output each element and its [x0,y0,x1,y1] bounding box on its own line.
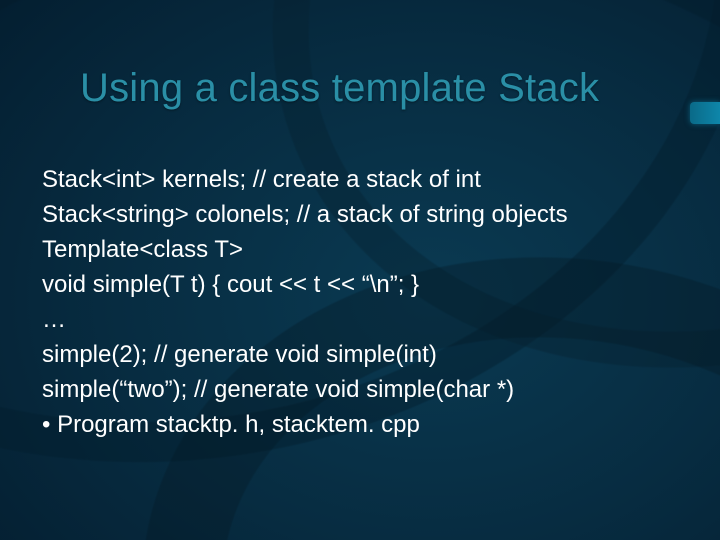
slide-title: Using a class template Stack [80,66,599,110]
code-line: simple(“two”); // generate void simple(c… [42,372,682,407]
slide-body: Stack<int> kernels; // create a stack of… [42,162,682,442]
code-line: void simple(T t) { cout << t << “\n”; } [42,267,682,302]
code-line: Stack<int> kernels; // create a stack of… [42,162,682,197]
code-line: simple(2); // generate void simple(int) [42,337,682,372]
bullet-line: Program stacktp. h, stacktem. cpp [42,407,682,442]
accent-tab [690,102,720,124]
code-line: Template<class T> [42,232,682,267]
code-line: Stack<string> colonels; // a stack of st… [42,197,682,232]
code-line: … [42,302,682,337]
slide: Using a class template Stack Stack<int> … [0,0,720,540]
